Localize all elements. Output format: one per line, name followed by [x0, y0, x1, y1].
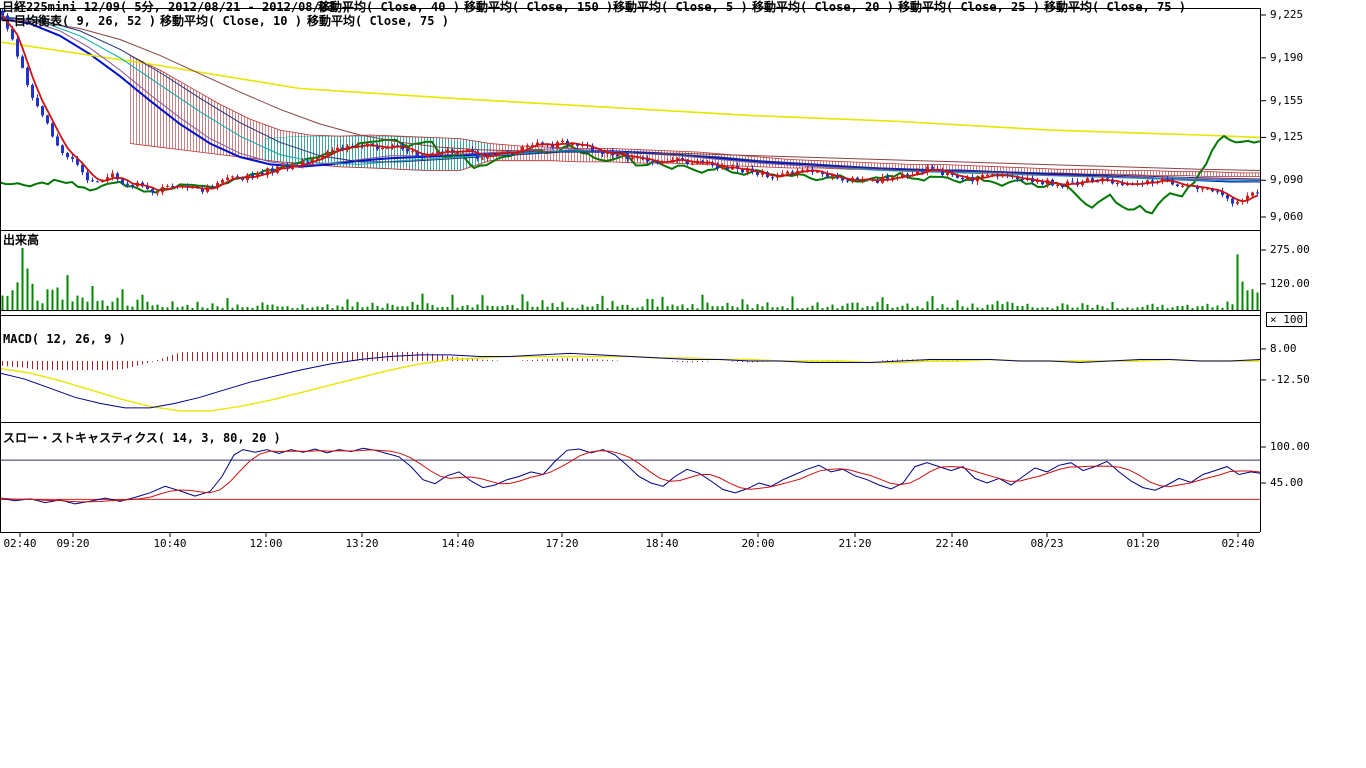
x-axis-label: 10:40	[153, 537, 186, 550]
x-axis-label: 02:40	[1221, 537, 1254, 550]
y-axis-label-stoch: 45.00	[1270, 476, 1303, 489]
chart-canvas[interactable]	[0, 0, 1366, 560]
y-axis-label-volume: 275.00	[1270, 243, 1310, 256]
header-label: 移動平均( Close, 75 )	[307, 15, 449, 28]
macd-pane-label: MACD( 12, 26, 9 )	[3, 332, 126, 346]
x-axis-label: 17:20	[545, 537, 578, 550]
x-axis-label: 08/23	[1030, 537, 1063, 550]
trading-chart-screen: 日経225mini 12/09( 5分, 2012/08/21 - 2012/0…	[0, 0, 1366, 768]
y-axis-label-macd: 8.00	[1270, 342, 1297, 355]
y-axis-label-volume: 120.00	[1270, 277, 1310, 290]
header-label: 移動平均( Close, 25 )	[898, 1, 1040, 14]
volume-pane	[2, 248, 1259, 310]
y-axis-label-stoch: 100.00	[1270, 440, 1310, 453]
header-label: 移動平均( Close, 150 )	[464, 1, 613, 14]
header-label: 移動平均( Close, 40 )	[318, 1, 460, 14]
y-axis-label-price: 9,225	[1270, 8, 1303, 21]
macd-pane	[0, 352, 1260, 411]
y-axis-label-price: 9,090	[1270, 173, 1303, 186]
y-axis-label-macd: -12.50	[1270, 373, 1310, 386]
x-axis-label: 09:20	[56, 537, 89, 550]
volume-pane-label: 出来高	[3, 231, 39, 248]
x-axis-label: 13:20	[345, 537, 378, 550]
x-axis-label: 02:40	[3, 537, 36, 550]
header-label: 移動平均( Close, 75 )	[1044, 1, 1186, 14]
macd-line	[0, 353, 1260, 408]
x-axis-label: 12:00	[249, 537, 282, 550]
y-axis-label-price: 9,190	[1270, 51, 1303, 64]
stoch-k-line	[0, 448, 1260, 504]
header-label: 一目均衡表( 9, 26, 52 )	[2, 15, 156, 28]
y-axis-label-price: 9,125	[1270, 130, 1303, 143]
volume-multiplier-badge: × 100	[1266, 312, 1307, 327]
macd-signal-line	[0, 357, 1260, 411]
price-pane	[0, 8, 1260, 214]
x-axis-label: 14:40	[441, 537, 474, 550]
stoch-pane	[0, 448, 1260, 504]
header-label: 移動平均( Close, 10 )	[160, 15, 302, 28]
x-axis-label: 21:20	[838, 537, 871, 550]
x-axis-label: 22:40	[935, 537, 968, 550]
header-label: 日経225mini 12/09( 5分, 2012/08/21 - 2012/0…	[2, 1, 349, 14]
stochastics-pane-label: スロー・ストキャスティクス( 14, 3, 80, 20 )	[3, 429, 281, 446]
x-axis-label: 18:40	[645, 537, 678, 550]
y-axis-label-price: 9,155	[1270, 94, 1303, 107]
x-axis-label: 20:00	[741, 537, 774, 550]
x-axis-label: 01:20	[1126, 537, 1159, 550]
header-label: 移動平均( Close, 5 )	[613, 1, 748, 14]
y-axis-label-price: 9,060	[1270, 210, 1303, 223]
header-label: 移動平均( Close, 20 )	[752, 1, 894, 14]
